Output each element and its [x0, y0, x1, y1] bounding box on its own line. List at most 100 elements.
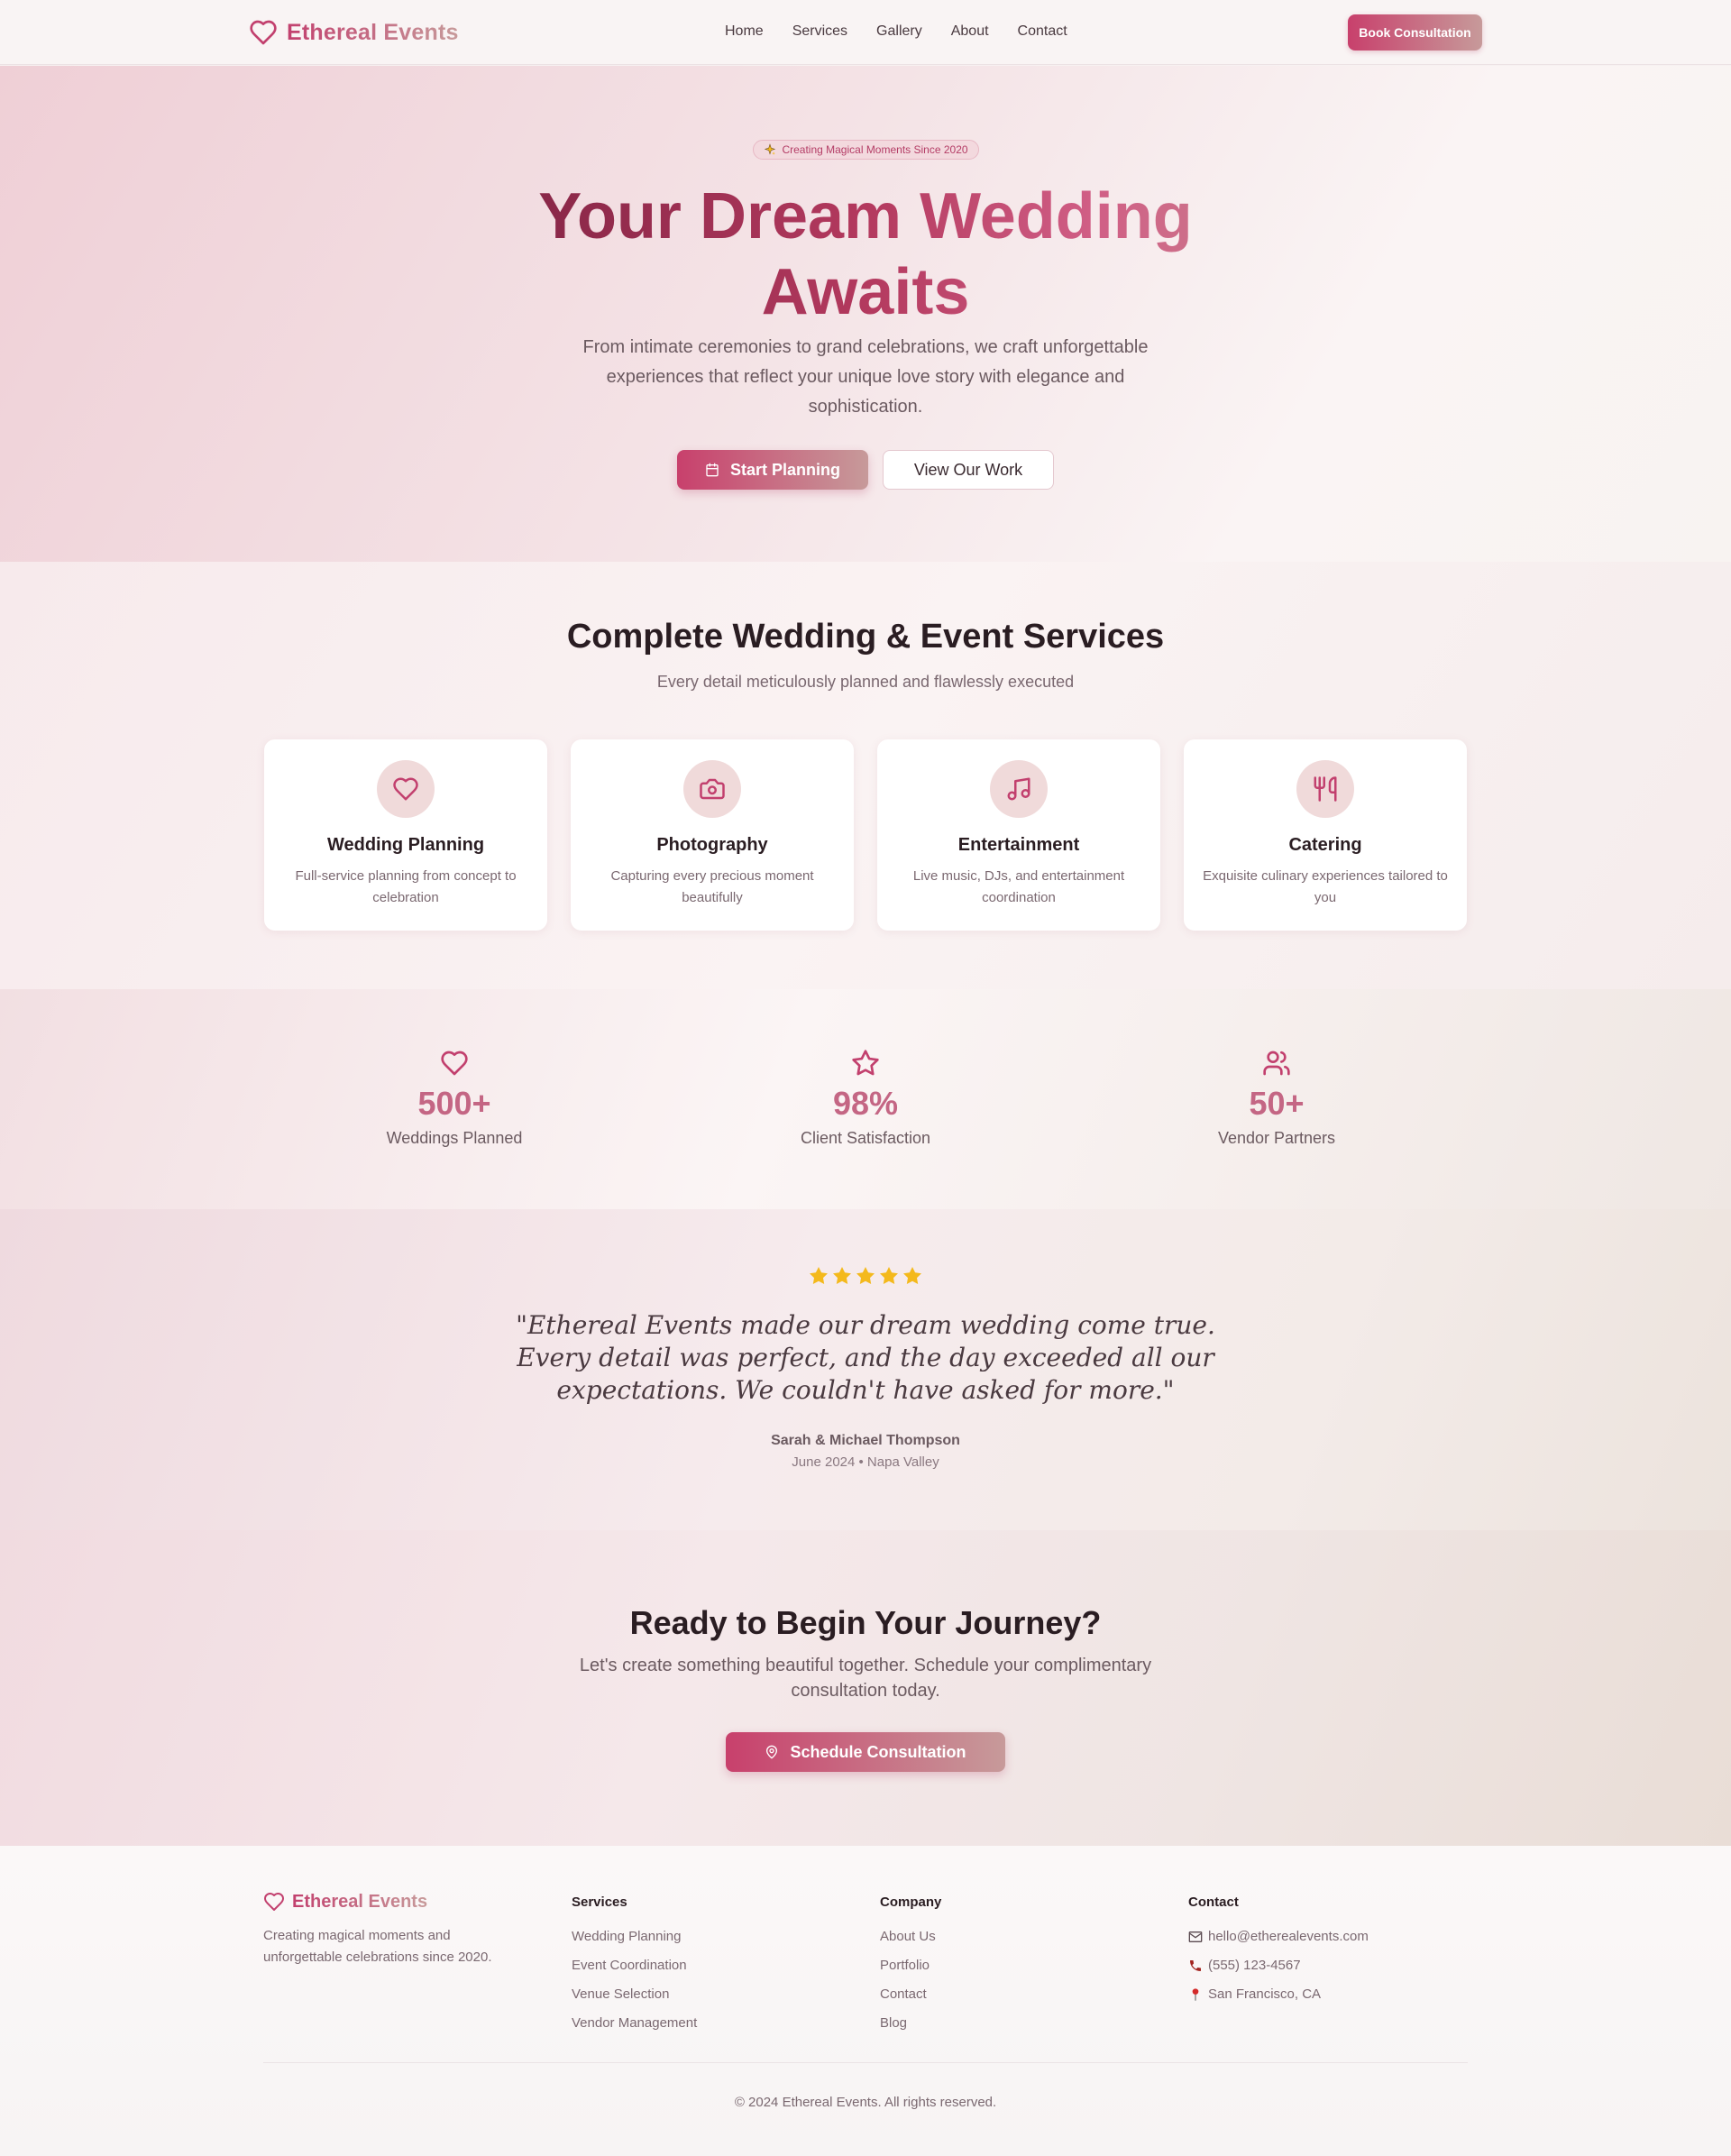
footer: Ethereal Events Creating magical moments… [0, 1846, 1731, 2156]
stat-value: 98% [832, 1085, 899, 1122]
service-icon-circle [990, 760, 1048, 818]
footer-brand-column: Ethereal Events Creating magical moments… [263, 1891, 525, 1968]
cta-title: Ready to Begin Your Journey? [629, 1604, 1102, 1641]
service-icon-circle [377, 760, 435, 818]
hero-section: Creating Magical Moments Since 2020 Your… [0, 66, 1731, 562]
services-subtitle: Every detail meticulously planned and fl… [656, 673, 1075, 691]
footer-heading: Services [572, 1895, 627, 1910]
footer-link-blog[interactable]: Blog [880, 2009, 941, 2038]
stat-label: Weddings Planned [386, 1129, 523, 1147]
footer-divider [263, 2062, 1468, 2063]
top-navigation: Ethereal Events Home Services Gallery Ab… [0, 0, 1731, 65]
cta-subtitle: Let's create something beautiful togethe… [579, 1656, 1152, 1701]
testimonial-section: "Ethereal Events made our dream wedding … [0, 1209, 1731, 1530]
hero-title-line-2: Awaits [761, 256, 970, 328]
footer-link-event-coordination[interactable]: Event Coordination [572, 1951, 697, 1980]
footer-company-column: Company About Us Portfolio Contact Blog [880, 1891, 941, 2038]
testimonial-quote: "Ethereal Events made our dream wedding … [516, 1310, 1215, 1405]
footer-description: Creating magical moments and unforgettab… [263, 1928, 492, 1965]
star-icon [856, 1267, 875, 1285]
service-card-description: Exquisite culinary experiences tailored … [1203, 868, 1448, 905]
stat-value: 50+ [1249, 1085, 1305, 1122]
view-our-work-button[interactable]: View Our Work [883, 450, 1054, 490]
users-icon [1263, 1050, 1290, 1076]
service-card-wedding-planning[interactable]: Wedding Planning Full-service planning f… [264, 739, 547, 931]
service-card-title: Photography [656, 835, 768, 855]
footer-email[interactable]: hello@etherealevents.com [1188, 1922, 1369, 1951]
schedule-consultation-button[interactable]: Schedule Consultation [726, 1732, 1005, 1772]
star-icon [880, 1267, 898, 1285]
service-card-title: Catering [1288, 835, 1362, 855]
service-card-description: Capturing every precious moment beautifu… [610, 868, 814, 905]
footer-company-list: About Us Portfolio Contact Blog [880, 1922, 941, 2038]
schedule-consultation-label: Schedule Consultation [790, 1742, 966, 1761]
star-icon [810, 1267, 828, 1285]
service-card-photography[interactable]: Photography Capturing every precious mom… [571, 739, 854, 931]
nav-links: Home Services Gallery About Contact [725, 23, 1067, 40]
footer-brand-name: Ethereal Events [292, 1891, 428, 1912]
hero-badge-text: Creating Magical Moments Since 2020 [782, 143, 968, 156]
footer-brand[interactable]: Ethereal Events [263, 1891, 525, 1913]
footer-heading: Company [880, 1895, 942, 1910]
footer-phone[interactable]: (555) 123-4567 [1188, 1951, 1369, 1980]
nav-link-contact[interactable]: Contact [1018, 23, 1067, 40]
camera-icon [700, 778, 725, 800]
nav-link-gallery[interactable]: Gallery [876, 23, 922, 40]
footer-copyright: © 2024 Ethereal Events. All rights reser… [734, 2095, 997, 2110]
footer-contact-column: Contact hello@etherealevents.com (555) 1… [1188, 1891, 1369, 2009]
testimonial-meta: June 2024 • Napa Valley [792, 1454, 939, 1470]
service-icon-circle [683, 760, 741, 818]
footer-phone-text: (555) 123-4567 [1208, 1958, 1301, 1973]
pushpin-icon [1192, 1988, 1199, 2001]
start-planning-label: Start Planning [729, 460, 840, 479]
service-card-catering[interactable]: Catering Exquisite culinary experiences … [1184, 739, 1467, 931]
footer-heading: Contact [1188, 1895, 1239, 1910]
heart-icon [393, 777, 418, 801]
stat-label: Vendor Partners [1217, 1129, 1336, 1147]
footer-link-about-us[interactable]: About Us [880, 1922, 941, 1951]
star-icon [903, 1267, 921, 1285]
page: Ethereal Events Home Services Gallery Ab… [0, 0, 1731, 2156]
service-card-title: Wedding Planning [326, 835, 485, 855]
star-icon [833, 1267, 851, 1285]
phone-icon [1190, 1960, 1201, 1971]
star-rating [0, 1265, 1731, 1287]
footer-link-venue-selection[interactable]: Venue Selection [572, 1980, 697, 2009]
services-title: Complete Wedding & Event Services [566, 618, 1165, 656]
testimonial-author: Sarah & Michael Thompson [771, 1433, 960, 1448]
footer-link-wedding-planning[interactable]: Wedding Planning [572, 1922, 697, 1951]
footer-link-contact[interactable]: Contact [880, 1980, 941, 2009]
mail-icon [1188, 1931, 1203, 1942]
book-consultation-button[interactable]: Book Consultation [1348, 14, 1482, 50]
heart-icon [264, 1893, 284, 1911]
footer-services-column: Services Wedding Planning Event Coordina… [572, 1891, 697, 2038]
brand-logo[interactable]: Ethereal Events [249, 18, 459, 47]
star-icon [852, 1050, 879, 1076]
service-card-description: Full-service planning from concept to ce… [295, 868, 517, 905]
stats-section: 500+ Weddings Planned 98% Client Satisfa… [0, 989, 1731, 1209]
utensils-icon [1314, 776, 1337, 802]
start-planning-button[interactable]: Start Planning [677, 450, 868, 490]
stat-client-satisfaction: 98% Client Satisfaction [730, 1049, 1001, 1148]
stat-vendor-partners: 50+ Vendor Partners [1141, 1049, 1412, 1148]
footer-email-text: hello@etherealevents.com [1208, 1929, 1369, 1944]
service-card-description: Live music, DJs, and entertainment coord… [912, 868, 1125, 905]
hero-badge: Creating Magical Moments Since 2020 [753, 140, 979, 160]
stat-weddings-planned: 500+ Weddings Planned [319, 1049, 590, 1148]
footer-link-portfolio[interactable]: Portfolio [880, 1951, 941, 1980]
service-icon-circle [1296, 760, 1354, 818]
footer-services-list: Wedding Planning Event Coordination Venu… [572, 1922, 697, 2038]
map-pin-icon [766, 1745, 778, 1759]
hero-title: Your Dream Wedding Awaits [415, 179, 1316, 330]
footer-link-vendor-management[interactable]: Vendor Management [572, 2009, 697, 2038]
nav-link-services[interactable]: Services [792, 23, 847, 40]
heart-icon [441, 1050, 468, 1076]
services-section: Complete Wedding & Event Services Every … [0, 562, 1731, 989]
nav-link-home[interactable]: Home [725, 23, 764, 40]
service-card-entertainment[interactable]: Entertainment Live music, DJs, and enter… [877, 739, 1160, 931]
footer-location: San Francisco, CA [1188, 1980, 1369, 2009]
stat-value: 500+ [417, 1085, 491, 1122]
hero-subtitle: From intimate ceremonies to grand celebr… [582, 337, 1149, 417]
nav-link-about[interactable]: About [951, 23, 989, 40]
stat-label: Client Satisfaction [800, 1129, 931, 1147]
